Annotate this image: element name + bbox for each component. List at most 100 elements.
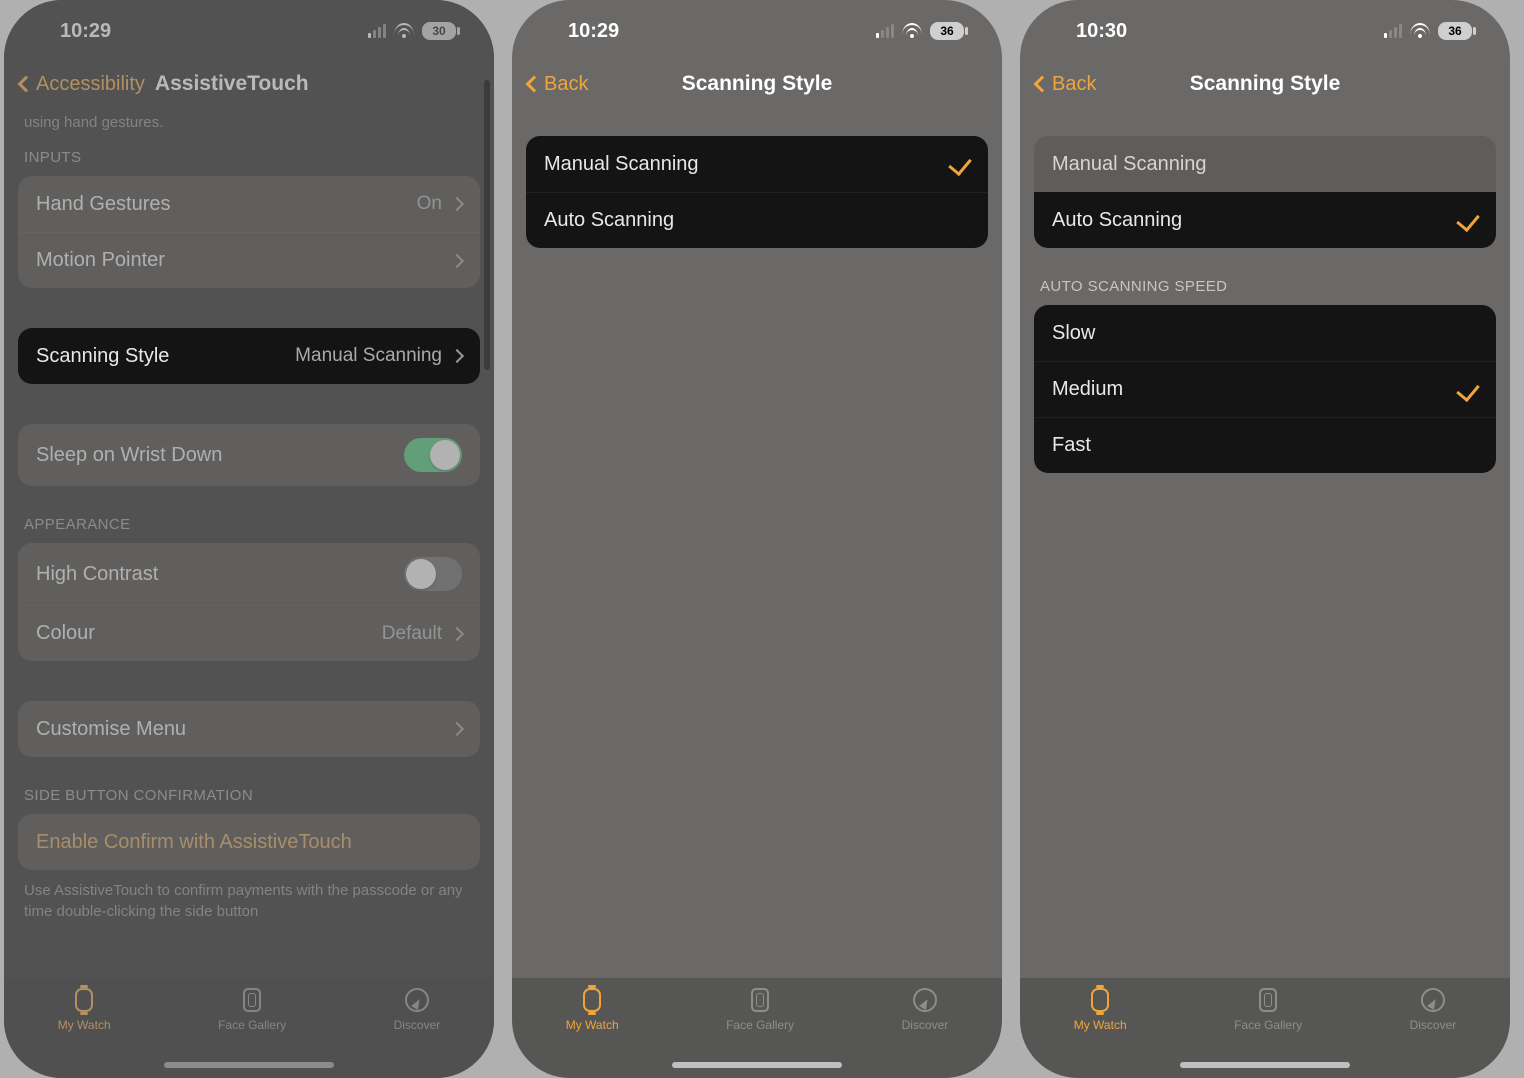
row-manual-scanning[interactable]: Manual Scanning <box>1034 136 1496 192</box>
toggle-high-contrast[interactable] <box>404 557 462 591</box>
chevron-left-icon <box>526 76 543 93</box>
nav-bar: Accessibility AssistiveTouch <box>4 62 494 112</box>
face-gallery-icon <box>751 988 769 1012</box>
tab-my-watch[interactable]: My Watch <box>566 986 619 1032</box>
truncated-note: using hand gestures. <box>4 112 494 135</box>
row-label: Enable Confirm with AssistiveTouch <box>36 831 352 854</box>
home-indicator <box>1180 1062 1350 1068</box>
row-label: Auto Scanning <box>544 209 674 232</box>
row-sleep-wrist-down[interactable]: Sleep on Wrist Down <box>18 424 480 486</box>
row-speed-fast[interactable]: Fast <box>1034 417 1496 473</box>
row-label: High Contrast <box>36 563 158 586</box>
back-label: Back <box>544 73 588 96</box>
row-high-contrast[interactable]: High Contrast <box>18 543 480 605</box>
row-speed-medium[interactable]: Medium <box>1034 361 1496 417</box>
row-speed-slow[interactable]: Slow <box>1034 305 1496 361</box>
tab-label: Discover <box>1410 1018 1457 1032</box>
group-appearance: High Contrast Colour Default <box>18 543 480 661</box>
tab-discover[interactable]: Discover <box>902 986 949 1032</box>
wifi-icon <box>394 23 414 39</box>
chevron-left-icon <box>1034 76 1051 93</box>
row-label: Colour <box>36 622 95 645</box>
watch-icon <box>1091 988 1109 1012</box>
cell-signal-icon <box>876 24 894 38</box>
chevron-right-icon <box>450 722 464 736</box>
row-manual-scanning[interactable]: Manual Scanning <box>526 136 988 192</box>
nav-bar: Back Scanning Style <box>1020 62 1510 112</box>
back-label: Back <box>1052 73 1096 96</box>
row-scanning-style[interactable]: Scanning Style Manual Scanning <box>18 328 480 384</box>
row-auto-scanning[interactable]: Auto Scanning <box>526 192 988 248</box>
clock: 10:30 <box>1076 20 1127 43</box>
back-button[interactable]: Back <box>528 73 588 96</box>
chevron-left-icon <box>18 76 35 93</box>
tab-label: My Watch <box>566 1018 619 1032</box>
tab-label: Discover <box>394 1018 441 1032</box>
tab-label: Discover <box>902 1018 949 1032</box>
face-gallery-icon <box>243 988 261 1012</box>
row-label: Slow <box>1052 322 1095 345</box>
checkmark-icon <box>1456 208 1480 232</box>
row-label: Hand Gestures <box>36 193 171 216</box>
chevron-right-icon <box>450 253 464 267</box>
chevron-right-icon <box>450 626 464 640</box>
row-colour[interactable]: Colour Default <box>18 605 480 661</box>
row-value: Default <box>382 623 442 645</box>
status-bar: 10:29 30 <box>4 0 494 62</box>
status-bar: 10:29 36 <box>512 0 1002 62</box>
compass-icon <box>913 988 937 1012</box>
row-enable-confirm[interactable]: Enable Confirm with AssistiveTouch <box>18 814 480 870</box>
row-customise-menu[interactable]: Customise Menu <box>18 701 480 757</box>
group-sleep: Sleep on Wrist Down <box>18 424 480 486</box>
tab-face-gallery[interactable]: Face Gallery <box>218 986 286 1032</box>
battery-icon: 36 <box>1438 22 1472 40</box>
tab-discover[interactable]: Discover <box>1410 986 1457 1032</box>
screen-assistivetouch: 10:29 30 Accessibility AssistiveTouch us… <box>4 0 494 1078</box>
row-label: Scanning Style <box>36 345 169 368</box>
tab-my-watch[interactable]: My Watch <box>58 986 111 1032</box>
group-scanning-options: Manual Scanning <box>1034 136 1496 192</box>
back-button[interactable]: Back <box>1036 73 1096 96</box>
compass-icon <box>405 988 429 1012</box>
back-button[interactable]: Accessibility <box>20 73 145 96</box>
footnote: Use AssistiveTouch to confirm payments w… <box>4 870 494 922</box>
clock: 10:29 <box>60 20 111 43</box>
tab-face-gallery[interactable]: Face Gallery <box>726 986 794 1032</box>
row-value: Manual Scanning <box>295 345 442 367</box>
wifi-icon <box>902 23 922 39</box>
group-enable-confirm: Enable Confirm with AssistiveTouch <box>18 814 480 870</box>
back-label: Accessibility <box>36 73 145 96</box>
tab-bar: My Watch Face Gallery Discover <box>4 978 494 1078</box>
cell-signal-icon <box>368 24 386 38</box>
tab-label: Face Gallery <box>218 1018 286 1032</box>
face-gallery-icon <box>1259 988 1277 1012</box>
row-label: Sleep on Wrist Down <box>36 444 222 467</box>
tab-label: My Watch <box>1074 1018 1127 1032</box>
group-speed: Slow Medium Fast <box>1034 305 1496 473</box>
checkmark-icon <box>1456 377 1480 401</box>
section-header-speed: AUTO SCANNING SPEED <box>1020 248 1510 305</box>
scroll-indicator <box>484 80 490 370</box>
cell-signal-icon <box>1384 24 1402 38</box>
row-value: On <box>417 193 442 215</box>
screen-scanning-style-manual: 10:29 36 Back Scanning Style Manual Scan… <box>512 0 1002 1078</box>
tab-discover[interactable]: Discover <box>394 986 441 1032</box>
tab-label: Face Gallery <box>1234 1018 1302 1032</box>
tab-face-gallery[interactable]: Face Gallery <box>1234 986 1302 1032</box>
row-hand-gestures[interactable]: Hand Gestures On <box>18 176 480 232</box>
row-label: Fast <box>1052 434 1091 457</box>
row-auto-scanning[interactable]: Auto Scanning <box>1034 192 1496 248</box>
toggle-sleep[interactable] <box>404 438 462 472</box>
tab-label: My Watch <box>58 1018 111 1032</box>
screen-scanning-style-auto: 10:30 36 Back Scanning Style Manual Scan… <box>1020 0 1510 1078</box>
chevron-right-icon <box>450 197 464 211</box>
section-header-side-button: SIDE BUTTON CONFIRMATION <box>4 757 494 814</box>
compass-icon <box>1421 988 1445 1012</box>
row-label: Auto Scanning <box>1052 209 1182 232</box>
row-label: Medium <box>1052 378 1123 401</box>
home-indicator <box>672 1062 842 1068</box>
tab-my-watch[interactable]: My Watch <box>1074 986 1127 1032</box>
battery-icon: 30 <box>422 22 456 40</box>
row-motion-pointer[interactable]: Motion Pointer <box>18 232 480 288</box>
group-customise: Customise Menu <box>18 701 480 757</box>
